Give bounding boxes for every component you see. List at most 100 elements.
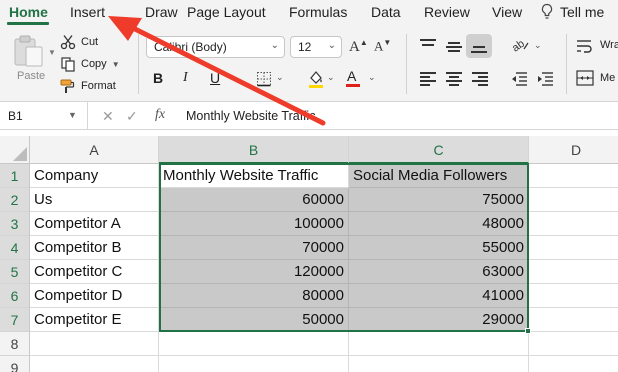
paste-icon[interactable]: [12, 34, 46, 68]
cell-b8[interactable]: [159, 332, 349, 356]
cell-d5[interactable]: [529, 260, 618, 284]
row-header-9[interactable]: 9: [0, 356, 30, 372]
wrap-text-label[interactable]: Wra: [600, 39, 618, 51]
underline-dropdown-chevron[interactable]: ⌄: [230, 72, 238, 83]
decrease-indent-icon[interactable]: [511, 72, 527, 86]
fill-handle[interactable]: [525, 328, 531, 334]
lightbulb-icon[interactable]: [541, 3, 553, 21]
format-painter-button[interactable]: Format: [60, 78, 116, 94]
cell-c7[interactable]: 29000: [349, 308, 529, 332]
select-all-corner[interactable]: [0, 136, 30, 164]
cell-a8[interactable]: [30, 332, 159, 356]
italic-icon[interactable]: I: [183, 70, 188, 86]
cell-a9[interactable]: [30, 356, 159, 372]
column-header-c[interactable]: C: [349, 136, 529, 164]
cell-a2[interactable]: Us: [30, 188, 159, 212]
font-name-dropdown[interactable]: Calibri (Body) ⌄: [146, 36, 285, 58]
cancel-icon[interactable]: ✕: [102, 108, 114, 125]
cell-a1[interactable]: Company: [30, 164, 159, 188]
cell-d4[interactable]: [529, 236, 618, 260]
fill-color-icon[interactable]: [307, 69, 325, 89]
cell-d1[interactable]: [529, 164, 618, 188]
cell-b1[interactable]: Monthly Website Traffic: [159, 164, 349, 188]
merge-label[interactable]: Me: [600, 72, 615, 84]
underline-icon[interactable]: U: [210, 70, 220, 86]
cell-a7[interactable]: Competitor E: [30, 308, 159, 332]
cell-a6[interactable]: Competitor D: [30, 284, 159, 308]
insert-function-icon[interactable]: fx: [155, 107, 165, 123]
cell-c8[interactable]: [349, 332, 529, 356]
cell-b2[interactable]: 60000: [159, 188, 349, 212]
cell-d2[interactable]: [529, 188, 618, 212]
font-color-icon[interactable]: A: [345, 68, 361, 88]
row-header-3[interactable]: 3: [0, 212, 30, 236]
row-header-1[interactable]: 1: [0, 164, 30, 188]
cell-d6[interactable]: [529, 284, 618, 308]
column-header-a[interactable]: A: [30, 136, 159, 164]
cell-d3[interactable]: [529, 212, 618, 236]
tab-home[interactable]: Home: [9, 4, 48, 20]
tab-insert[interactable]: Insert: [70, 4, 105, 20]
cell-c4[interactable]: 55000: [349, 236, 529, 260]
cell-d7[interactable]: [529, 308, 618, 332]
column-header-b[interactable]: B: [159, 136, 349, 164]
tab-view[interactable]: View: [492, 4, 522, 20]
cell-c3[interactable]: 48000: [349, 212, 529, 236]
row-header-6[interactable]: 6: [0, 284, 30, 308]
cell-a4[interactable]: Competitor B: [30, 236, 159, 260]
cell-b5[interactable]: 120000: [159, 260, 349, 284]
align-right-icon[interactable]: [472, 72, 488, 86]
cell-d8[interactable]: [529, 332, 618, 356]
increase-indent-icon[interactable]: [537, 72, 553, 86]
bold-icon[interactable]: B: [153, 70, 163, 86]
paste-dropdown-chevron[interactable]: ▼: [48, 48, 56, 57]
cell-c2[interactable]: 75000: [349, 188, 529, 212]
row-header-4[interactable]: 4: [0, 236, 30, 260]
increase-font-size-icon[interactable]: A▲: [349, 38, 368, 56]
merge-icon[interactable]: [576, 70, 594, 86]
enter-checkmark-icon[interactable]: ✓: [126, 108, 138, 125]
decrease-font-size-icon[interactable]: A▼: [374, 38, 391, 54]
cell-c9[interactable]: [349, 356, 529, 372]
tell-me-search[interactable]: Tell me: [560, 4, 604, 20]
tab-formulas[interactable]: Formulas: [289, 4, 347, 20]
row-header-2[interactable]: 2: [0, 188, 30, 212]
align-middle-icon[interactable]: [446, 39, 462, 53]
wrap-text-icon[interactable]: [576, 38, 592, 54]
cell-b9[interactable]: [159, 356, 349, 372]
tab-page-layout[interactable]: Page Layout: [187, 4, 266, 20]
cell-c5[interactable]: 63000: [349, 260, 529, 284]
row-header-7[interactable]: 7: [0, 308, 30, 332]
tab-draw[interactable]: Draw: [145, 4, 178, 20]
column-header-d[interactable]: D: [529, 136, 618, 164]
cell-a3[interactable]: Competitor A: [30, 212, 159, 236]
cell-b3[interactable]: 100000: [159, 212, 349, 236]
cell-c6[interactable]: 41000: [349, 284, 529, 308]
cell-a5[interactable]: Competitor C: [30, 260, 159, 284]
align-top-icon[interactable]: [420, 39, 436, 53]
row-header-5[interactable]: 5: [0, 260, 30, 284]
align-center-icon[interactable]: [446, 72, 462, 86]
borders-dropdown-chevron[interactable]: ⌄: [276, 72, 284, 83]
copy-button[interactable]: Copy ▼: [60, 56, 120, 72]
copy-dropdown-chevron[interactable]: ▼: [112, 60, 120, 69]
row-header-8[interactable]: 8: [0, 332, 30, 356]
formula-input[interactable]: Monthly Website Traffic: [186, 109, 315, 123]
fill-color-dropdown-chevron[interactable]: ⌄: [327, 72, 335, 83]
chevron-down-icon[interactable]: ▼: [68, 110, 77, 120]
orientation-icon[interactable]: ab: [510, 35, 530, 53]
cell-c1[interactable]: Social Media Followers: [349, 164, 529, 188]
font-color-dropdown-chevron[interactable]: ⌄: [368, 72, 376, 83]
cell-b7[interactable]: 50000: [159, 308, 349, 332]
cell-b4[interactable]: 70000: [159, 236, 349, 260]
borders-icon[interactable]: [256, 71, 272, 87]
tab-review[interactable]: Review: [424, 4, 470, 20]
align-left-icon[interactable]: [420, 72, 436, 86]
font-size-dropdown[interactable]: 12 ⌄: [290, 36, 342, 58]
cell-d9[interactable]: [529, 356, 618, 372]
tab-data[interactable]: Data: [371, 4, 401, 20]
cell-b6[interactable]: 80000: [159, 284, 349, 308]
cut-button[interactable]: Cut: [60, 34, 98, 50]
orientation-dropdown-chevron[interactable]: ⌄: [534, 40, 542, 51]
name-box[interactable]: B1 ▼: [0, 102, 88, 130]
